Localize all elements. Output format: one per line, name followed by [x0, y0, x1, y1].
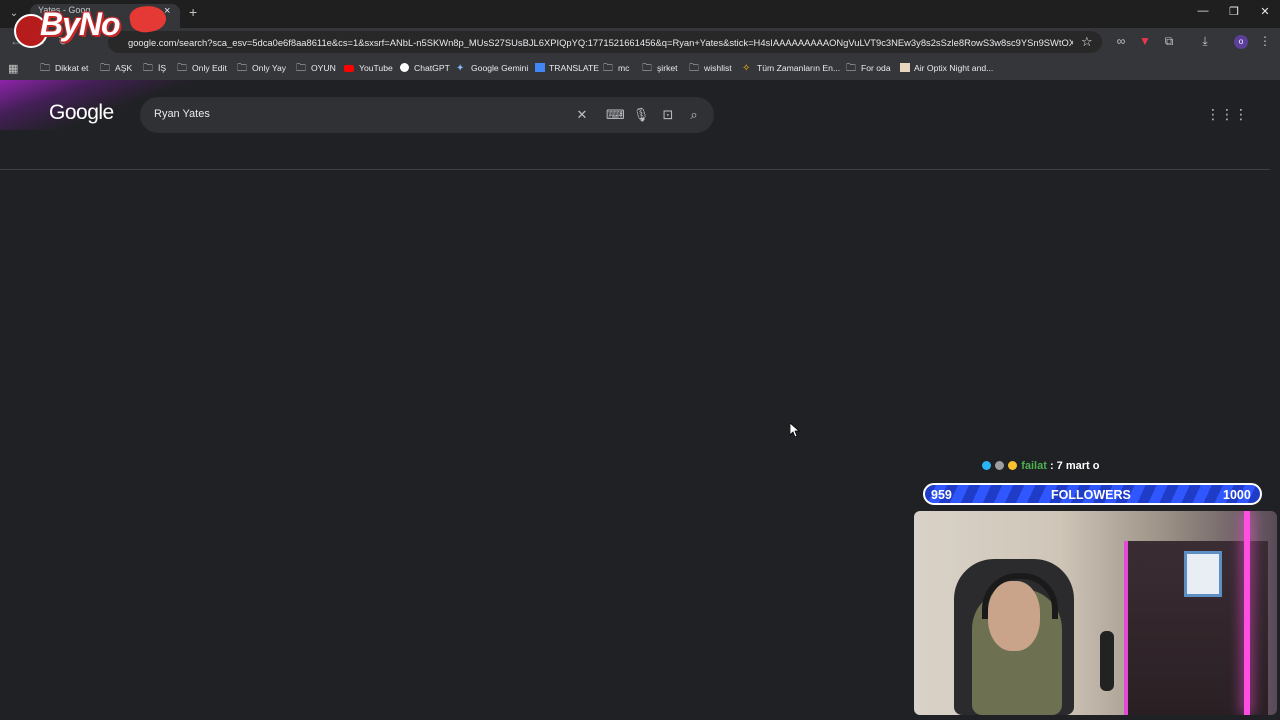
- bookmark-tum-zamanlarin[interactable]: ✧ Tüm Zamanların En...: [742, 61, 840, 75]
- translate-icon: [535, 63, 545, 72]
- restore-icon[interactable]: ❐: [1224, 5, 1244, 18]
- bookmark-folder-mc[interactable]: 🗀 mc: [603, 61, 629, 75]
- microphone-icon: [1100, 631, 1114, 691]
- bookmark-translate[interactable]: TRANSLATE: [535, 61, 599, 75]
- search-icon[interactable]: ⌕: [685, 107, 703, 123]
- webcam-neon-light: [1244, 511, 1250, 715]
- chat-message: failat : 7 mart o: [982, 460, 1099, 472]
- minimize-icon[interactable]: —: [1193, 5, 1213, 17]
- bookmark-folder-is[interactable]: 🗀 İŞ: [143, 61, 166, 75]
- followers-label: FOLLOWERS: [1051, 488, 1131, 502]
- webcam-picture-frame: [1184, 551, 1222, 597]
- clear-search-icon[interactable]: ✕: [573, 107, 591, 123]
- voice-search-mic-icon[interactable]: 🎙: [632, 107, 650, 123]
- folder-icon: 🗀: [40, 63, 50, 74]
- folder-icon: 🗀: [177, 63, 187, 74]
- followers-current: 959: [931, 488, 952, 502]
- extensions-puzzle-icon[interactable]: ⧉: [1161, 34, 1177, 49]
- folder-icon: 🗀: [296, 63, 306, 74]
- bookmark-folder-sirket[interactable]: 🗀 şirket: [642, 61, 678, 75]
- star-icon: ✧: [742, 63, 751, 74]
- chat-badge-icon: [982, 461, 991, 470]
- gemini-icon: ✦: [456, 63, 465, 74]
- mouse-cursor-icon: [790, 423, 800, 437]
- webcam-feed: [914, 511, 1277, 715]
- bookmark-air-optix[interactable]: Air Optix Night and...: [900, 61, 993, 75]
- bookmark-folder-ask[interactable]: 🗀 AŞK: [100, 61, 132, 75]
- bookmark-chatgpt[interactable]: ChatGPT: [400, 61, 450, 75]
- folder-icon: 🗀: [642, 63, 652, 74]
- bookmark-star-icon[interactable]: ☆: [1081, 34, 1093, 50]
- bookmark-folder-only-yay[interactable]: 🗀 Only Yay: [237, 61, 286, 75]
- follower-goal-bar: 959 FOLLOWERS 1000: [923, 483, 1262, 505]
- chat-username: failat: [1021, 460, 1047, 472]
- bookmark-youtube[interactable]: YouTube: [344, 61, 393, 75]
- bookmark-folder-oyun[interactable]: 🗀 OYUN: [296, 61, 336, 75]
- profile-avatar[interactable]: o: [1234, 35, 1248, 49]
- folder-icon: 🗀: [846, 63, 856, 74]
- google-logo[interactable]: Google: [49, 101, 114, 125]
- stream-logo: ByNo: [10, 3, 168, 48]
- folder-icon: 🗀: [689, 63, 699, 74]
- tab-strip: ⌄ Yates - Goog × + — ❐ ✕: [0, 0, 1280, 28]
- folder-icon: 🗀: [143, 63, 153, 74]
- folder-icon: 🗀: [237, 63, 247, 74]
- bookmark-folder-wishlist[interactable]: 🗀 wishlist: [689, 61, 732, 75]
- menu-kebab-icon[interactable]: ⋮: [1257, 34, 1273, 48]
- bookmark-folder-dikkat[interactable]: 🗀 Dikkat et: [40, 61, 88, 75]
- new-tab-button[interactable]: +: [189, 4, 197, 20]
- keyboard-icon[interactable]: ⌨: [606, 107, 625, 123]
- search-input[interactable]: Ryan Yates: [154, 108, 210, 120]
- download-icon[interactable]: ⤓: [1197, 34, 1213, 49]
- lens-camera-icon[interactable]: ⊡: [659, 107, 677, 123]
- followers-goal: 1000: [1223, 488, 1251, 502]
- bookmark-folder-for-oda[interactable]: 🗀 For oda: [846, 61, 891, 75]
- search-box[interactable]: [140, 97, 714, 133]
- chatgpt-icon: [400, 63, 409, 72]
- youtube-icon: [344, 65, 354, 72]
- window-close-icon[interactable]: ✕: [1255, 5, 1275, 18]
- site-icon: [900, 63, 910, 72]
- header-divider: [0, 169, 1270, 170]
- chat-badge-icon: [1008, 461, 1018, 470]
- extension-shield-icon[interactable]: ▼: [1137, 34, 1153, 48]
- chat-badge-icon: [995, 461, 1005, 470]
- apps-grid-icon[interactable]: ▦: [8, 62, 18, 75]
- folder-icon: 🗀: [603, 63, 613, 74]
- google-apps-icon[interactable]: ⋮⋮⋮: [1206, 106, 1248, 123]
- extension-glasses-icon[interactable]: ∞: [1113, 34, 1129, 48]
- bookmark-gemini[interactable]: ✦ Google Gemini: [456, 61, 528, 75]
- folder-icon: 🗀: [100, 63, 110, 74]
- chat-text: : 7 mart o: [1049, 460, 1100, 472]
- bookmark-folder-only-edit[interactable]: 🗀 Only Edit: [177, 61, 227, 75]
- address-url[interactable]: google.com/search?sca_esv=5dca0e6f8aa861…: [128, 37, 1073, 48]
- stream-logo-text: ByNo: [40, 6, 121, 42]
